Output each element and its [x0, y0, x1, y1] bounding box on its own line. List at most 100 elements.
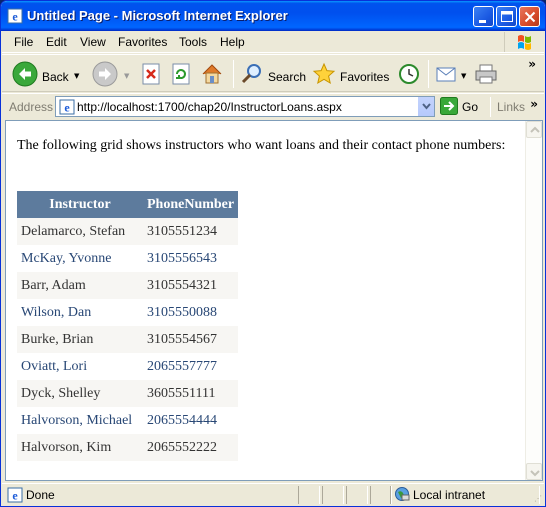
forward-arrow-icon	[92, 61, 118, 90]
phone-cell: 2065557777	[143, 353, 239, 380]
phone-cell: 3105554321	[143, 272, 239, 299]
phone-cell: 3105556543	[143, 245, 239, 272]
stop-button[interactable]	[140, 59, 164, 89]
toolbar-separator	[233, 60, 234, 88]
title-bar[interactable]: e Untitled Page - Microsoft Internet Exp…	[1, 1, 545, 31]
address-label: Address	[9, 100, 54, 114]
go-label: Go	[462, 100, 479, 114]
ie-page-icon: e	[7, 8, 23, 24]
chevron-down-icon	[422, 103, 431, 110]
menu-favorites[interactable]: Favorites	[118, 35, 167, 49]
svg-text:e: e	[12, 489, 18, 503]
close-button[interactable]	[519, 6, 540, 27]
menu-help[interactable]: Help	[220, 35, 245, 49]
grid-row: Burke, Brian 3105554567	[17, 326, 239, 353]
go-arrow-icon	[440, 97, 458, 118]
search-icon	[240, 62, 264, 89]
toolbar-separator	[428, 60, 429, 88]
phone-cell: 3605551111	[143, 380, 239, 407]
instructor-cell: McKay, Yvonne	[17, 245, 143, 272]
address-dropdown-button[interactable]	[417, 97, 434, 116]
phone-cell: 2065554444	[143, 407, 239, 434]
instructor-cell: Delamarco, Stefan	[17, 218, 143, 245]
forward-button[interactable]: ▼	[92, 59, 132, 89]
resize-grip-icon[interactable]: ⋰	[534, 494, 542, 503]
svg-text:e: e	[12, 10, 18, 24]
vertical-scrollbar[interactable]	[525, 121, 542, 480]
refresh-button[interactable]	[170, 59, 194, 89]
intro-text: The following grid shows instructors who…	[17, 138, 506, 153]
mail-button[interactable]: ▼	[435, 59, 471, 89]
phone-cell: 2065552222	[143, 434, 239, 461]
address-url: http://localhost:1700/chap20/InstructorL…	[77, 100, 342, 114]
instructor-cell: Halvorson, Michael	[17, 407, 143, 434]
menu-view[interactable]: View	[80, 35, 106, 49]
refresh-icon	[170, 63, 192, 88]
page-icon: e	[59, 99, 75, 118]
address-separator	[490, 97, 491, 117]
menu-bar: File Edit View Favorites Tools Help	[2, 31, 544, 53]
grid-row: Wilson, Dan 3105550088	[17, 299, 239, 326]
scroll-down-button[interactable]	[526, 463, 542, 480]
phone-cell: 3105551234	[143, 218, 239, 245]
column-header-instructor: Instructor	[17, 191, 143, 218]
intranet-globe-icon	[394, 486, 410, 505]
links-chevron[interactable]: »	[530, 97, 538, 111]
svg-text:e: e	[64, 101, 70, 115]
instructor-cell: Barr, Adam	[17, 272, 143, 299]
grid-row: Oviatt, Lori 2065557777	[17, 353, 239, 380]
back-label: Back	[42, 70, 69, 84]
forward-dropdown-icon[interactable]: ▼	[124, 72, 129, 80]
instructor-cell: Dyck, Shelley	[17, 380, 143, 407]
search-button[interactable]: Search	[240, 59, 306, 89]
column-header-phonenumber: PhoneNumber	[143, 191, 239, 218]
window-title: Untitled Page - Microsoft Internet Explo…	[27, 8, 288, 23]
mail-icon	[435, 63, 461, 88]
scroll-up-button[interactable]	[526, 121, 542, 138]
page-viewport: The following grid shows instructors who…	[5, 120, 543, 481]
back-button[interactable]: Back ▼	[10, 59, 82, 89]
status-pane	[298, 486, 320, 504]
menu-edit[interactable]: Edit	[46, 35, 67, 49]
links-label[interactable]: Links	[497, 100, 525, 114]
standard-toolbar: Back ▼ ▼ Search Favorites ▼ »	[2, 54, 544, 92]
favorites-button[interactable]: Favorites	[312, 59, 392, 89]
grid-row: Delamarco, Stefan 3105551234	[17, 218, 239, 245]
printer-icon	[474, 63, 498, 88]
address-input[interactable]: e http://localhost:1700/chap20/Instructo…	[55, 96, 435, 117]
address-bar: Address e http://localhost:1700/chap20/I…	[2, 93, 544, 119]
windows-logo-icon	[504, 32, 538, 52]
grid-row: Barr, Adam 3105554321	[17, 272, 239, 299]
print-button[interactable]	[474, 59, 500, 89]
instructor-cell: Oviatt, Lori	[17, 353, 143, 380]
minimize-button[interactable]	[473, 6, 494, 27]
history-button[interactable]	[397, 59, 423, 89]
grid-row: Halvorson, Kim 2065552222	[17, 434, 239, 461]
status-bar: e Done Local intranet ⋰	[2, 483, 544, 505]
chevron-up-icon	[530, 126, 540, 133]
favorites-label: Favorites	[340, 70, 390, 84]
back-dropdown-icon[interactable]: ▼	[74, 72, 79, 80]
home-icon	[200, 62, 224, 89]
menu-file[interactable]: File	[14, 35, 33, 49]
status-pane	[322, 486, 344, 504]
maximize-button[interactable]	[496, 6, 517, 27]
grid-header-row: Instructor PhoneNumber	[17, 191, 239, 218]
menu-tools[interactable]: Tools	[179, 35, 207, 49]
toolbar-overflow-chevron[interactable]: »	[528, 57, 536, 71]
mail-dropdown-icon[interactable]: ▼	[461, 72, 466, 80]
instructor-cell: Wilson, Dan	[17, 299, 143, 326]
favorites-star-icon	[312, 62, 336, 89]
page-status-icon: e	[7, 487, 23, 506]
back-arrow-icon	[12, 61, 38, 90]
grid-row: Halvorson, Michael 2065554444	[17, 407, 239, 434]
status-pane	[370, 486, 392, 504]
home-button[interactable]	[200, 59, 226, 89]
web-page: The following grid shows instructors who…	[6, 121, 524, 480]
instructor-grid: Instructor PhoneNumber Delamarco, Stefan…	[17, 191, 239, 461]
search-label: Search	[268, 70, 307, 84]
instructor-cell: Burke, Brian	[17, 326, 143, 353]
chevron-down-icon	[530, 470, 540, 477]
grid-row: McKay, Yvonne 3105556543	[17, 245, 239, 272]
status-text: Done	[26, 488, 55, 502]
